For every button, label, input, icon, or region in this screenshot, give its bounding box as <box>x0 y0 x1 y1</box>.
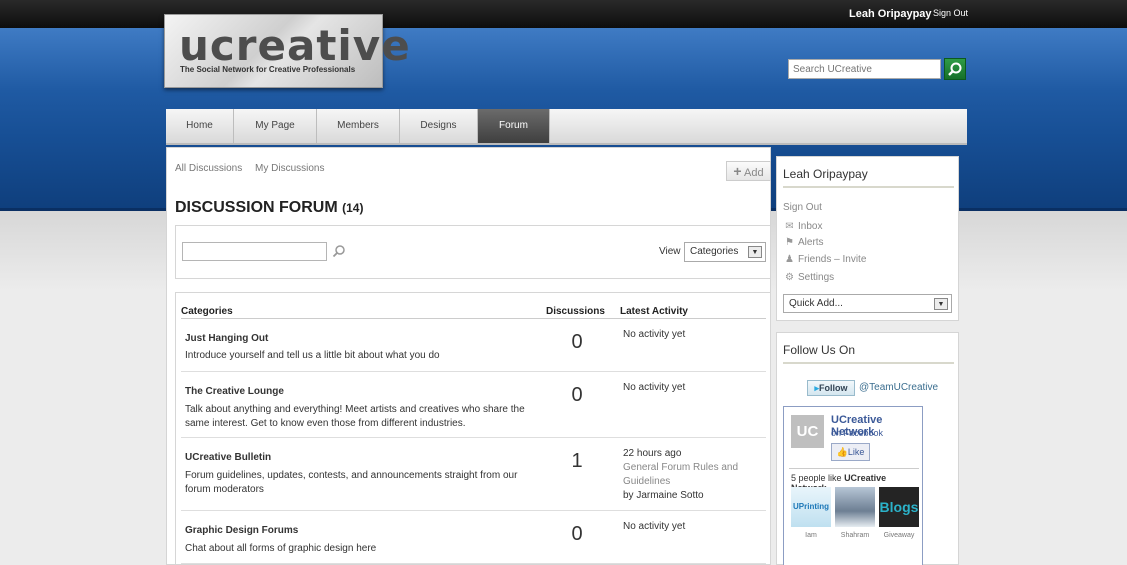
view-label: View <box>659 246 681 257</box>
like-label: Like <box>847 447 865 457</box>
nav-forum[interactable]: Forum <box>478 109 550 143</box>
flag-icon: ⚑ <box>785 237 794 248</box>
logo-tagline: The Social Network for Creative Professi… <box>180 65 356 74</box>
inbox-label: Inbox <box>798 221 823 232</box>
category-link[interactable]: Graphic Design Forums <box>185 525 298 536</box>
latest-activity: No activity yet <box>623 329 686 340</box>
table-row: UCreative Bulletin Forum guidelines, upd… <box>181 438 766 511</box>
category-link[interactable]: The Creative Lounge <box>185 386 284 397</box>
person-icon: ♟ <box>785 254 794 265</box>
latest-activity: No activity yet <box>623 382 686 393</box>
category-description: Chat about all forms of graphic design h… <box>185 543 377 554</box>
nav-designs[interactable]: Designs <box>400 109 478 143</box>
site-search-input[interactable] <box>788 59 941 79</box>
divider <box>783 186 954 188</box>
category-description: Introduce yourself and tell us a little … <box>185 350 440 361</box>
facebook-platform-label[interactable]: on Facebook <box>831 428 883 438</box>
category-description: Forum guidelines, updates, contests, and… <box>185 470 518 495</box>
forum-subnav: All Discussions My Discussions <box>175 163 335 174</box>
friends-separator: – <box>834 254 840 265</box>
view-select-value: Categories <box>690 246 739 257</box>
facebook-page-logo[interactable]: UC <box>791 415 824 448</box>
discussion-count: 0 <box>571 384 583 406</box>
facebook-like-button[interactable]: 👍Like <box>831 443 870 461</box>
sidebar-item-alerts[interactable]: ⚑ Alerts <box>783 237 824 248</box>
nav-home[interactable]: Home <box>166 109 234 143</box>
site-logo[interactable]: ucreative The Social Network for Creativ… <box>164 14 410 88</box>
quick-add-select[interactable]: Quick Add... ▼ <box>783 294 952 313</box>
all-discussions-link[interactable]: All Discussions <box>175 163 242 174</box>
my-discussions-link[interactable]: My Discussions <box>255 163 324 174</box>
twitter-handle-link[interactable]: @TeamUCreative <box>859 382 938 393</box>
activity-author[interactable]: by Jarmaine Sotto <box>623 490 704 501</box>
filter-bar: View Categories ▼ <box>175 225 771 279</box>
chevron-down-icon: ▼ <box>748 246 762 258</box>
category-description: Talk about anything and everything! Meet… <box>185 404 525 429</box>
sidebar-item-settings[interactable]: ⚙ Settings <box>783 272 834 283</box>
discussion-count: 1 <box>571 450 583 472</box>
settings-label: Settings <box>798 272 835 283</box>
discussion-count: 0 <box>571 523 583 545</box>
forum-title-text: DISCUSSION FORUM <box>175 199 338 216</box>
nav-my-page[interactable]: My Page <box>234 109 317 143</box>
column-header-discussions: Discussions <box>546 306 605 317</box>
fan-avatar[interactable]: Blogs <box>879 487 919 527</box>
sidebar-item-friends: ♟ Friends – Invite <box>783 254 866 265</box>
fan-name[interactable]: Iam <box>791 532 831 539</box>
facebook-like-box: UC UCreative Network on Facebook 👍Like 5… <box>783 406 923 565</box>
forum-search-input[interactable] <box>182 242 327 261</box>
gear-icon: ⚙ <box>785 272 794 283</box>
latest-activity: 22 hours ago General Forum Rules and Gui… <box>623 447 763 503</box>
table-row: Graphic Design Forums Chat about all for… <box>181 511 766 564</box>
column-header-categories: Categories <box>181 306 233 317</box>
page-title: DISCUSSION FORUM (14) <box>175 199 363 217</box>
view-select[interactable]: Categories ▼ <box>684 242 766 262</box>
latest-activity: No activity yet <box>623 521 686 532</box>
main-nav: Home My Page Members Designs Forum <box>166 109 967 145</box>
fan-name[interactable]: Shahram <box>835 532 875 539</box>
forum-count: (14) <box>342 201 364 215</box>
table-row: Just Hanging Out Introduce yourself and … <box>181 319 766 372</box>
follow-us-box: Follow Us On ▸Follow @TeamUCreative UC U… <box>776 332 959 565</box>
twitter-follow-label: Follow <box>819 383 848 393</box>
invite-link[interactable]: Invite <box>842 254 866 265</box>
chevron-down-icon: ▼ <box>934 298 948 310</box>
envelope-icon: ✉ <box>785 221 794 232</box>
search-icon <box>948 62 962 76</box>
follow-title: Follow Us On <box>783 343 856 357</box>
divider <box>789 468 919 469</box>
thumbs-up-icon: 👍 <box>836 447 848 457</box>
add-label: Add <box>744 167 764 179</box>
likes-text: 5 people like <box>791 473 842 483</box>
fan-avatar[interactable]: UPrinting <box>791 487 831 527</box>
add-discussion-button[interactable]: + Add <box>726 161 771 181</box>
plus-icon: + <box>733 163 742 179</box>
sidebar-item-inbox[interactable]: ✉ Inbox <box>783 221 822 232</box>
fan-name[interactable]: Giveaway <box>879 532 919 539</box>
alerts-label: Alerts <box>798 237 824 248</box>
fan-avatar[interactable] <box>835 487 875 527</box>
category-link[interactable]: Just Hanging Out <box>185 333 268 344</box>
quick-add-value: Quick Add... <box>789 298 843 309</box>
column-header-latest-activity: Latest Activity <box>620 306 688 317</box>
divider <box>783 362 954 364</box>
categories-table: Categories Discussions Latest Activity J… <box>175 292 771 565</box>
twitter-follow-button[interactable]: ▸Follow <box>807 380 855 396</box>
discussion-count: 0 <box>571 331 583 353</box>
sign-out-link[interactable]: Sign Out <box>933 8 968 18</box>
sidebar-sign-out-link[interactable]: Sign Out <box>783 202 822 213</box>
user-account-box: Leah Oripaypay Sign Out ✉ Inbox ⚑ Alerts ♟… <box>776 156 959 321</box>
category-link[interactable]: UCreative Bulletin <box>185 452 271 463</box>
forum-panel: All Discussions My Discussions + Add DIS… <box>166 147 771 565</box>
latest-discussion-link[interactable]: General Forum Rules and Guidelines <box>623 461 763 489</box>
table-row: The Creative Lounge Talk about anything … <box>181 372 766 438</box>
logo-wordmark: ucreative <box>179 21 411 70</box>
search-icon[interactable] <box>332 244 346 258</box>
nav-members[interactable]: Members <box>317 109 400 143</box>
friends-link[interactable]: Friends <box>798 254 831 265</box>
activity-time: 22 hours ago <box>623 448 682 459</box>
sidebar-user-name[interactable]: Leah Oripaypay <box>783 167 868 181</box>
user-name-link[interactable]: Leah Oripaypay <box>849 8 932 20</box>
search-button[interactable] <box>944 58 966 80</box>
